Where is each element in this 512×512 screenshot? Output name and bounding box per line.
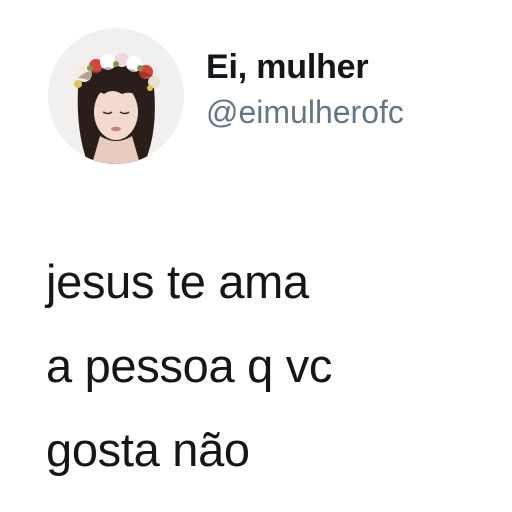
tweet-text-line: gosta não [46, 423, 250, 476]
profile-avatar[interactable] [48, 28, 184, 164]
profile-photo-flower-crown-icon [48, 28, 184, 164]
tweet-text: jesus te ama a pessoa q vc gosta não [46, 240, 486, 492]
tweet-text-line: jesus te ama [46, 255, 309, 308]
author-display-name[interactable]: Ei, mulher [206, 48, 369, 87]
tweet-card: Ei, mulher @eimulherofc jesus te ama a p… [0, 0, 512, 512]
tweet-text-line: a pessoa q vc [46, 339, 333, 392]
author-handle[interactable]: @eimulherofc [206, 94, 404, 131]
